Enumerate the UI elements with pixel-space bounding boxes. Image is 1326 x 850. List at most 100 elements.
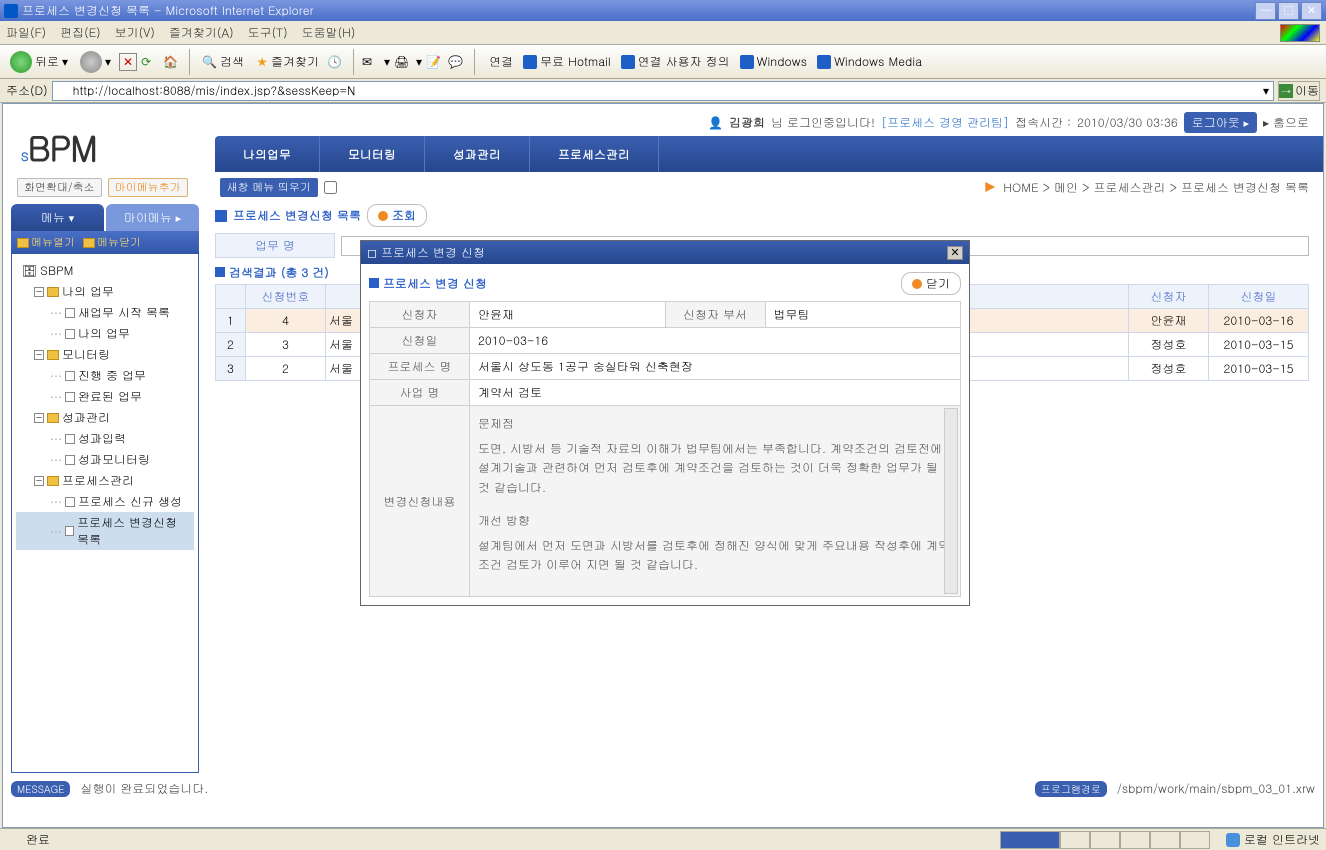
expand-all[interactable]: 메뉴열기 bbox=[17, 235, 75, 250]
path-text: /sbpm/work/main/sbpm_03_01.xrw bbox=[1117, 780, 1315, 797]
sidebar-tab-mymenu[interactable]: 마이메뉴 ▸ bbox=[106, 204, 199, 231]
separator bbox=[353, 49, 354, 75]
conn-time: 2010/03/30 03:36 bbox=[1077, 114, 1178, 131]
home-icon[interactable]: 🏠 bbox=[163, 53, 181, 71]
user-role: [프로세스 경영 관리팀] bbox=[881, 114, 1009, 131]
section-arrow-icon bbox=[369, 278, 379, 288]
message-tag: MESSAGE bbox=[11, 781, 70, 797]
tree-leaf[interactable]: ⋯ 완료된 업무 bbox=[16, 386, 194, 407]
url-text: http://localhost:8088/mis/index.jsp?&ses… bbox=[73, 82, 356, 99]
maximize-button[interactable]: □ bbox=[1278, 2, 1299, 20]
folder-icon bbox=[47, 287, 59, 297]
sidebar-toolbar: 메뉴열기 메뉴닫기 bbox=[11, 231, 199, 254]
zone-icon bbox=[1226, 833, 1240, 847]
content-h2: 개선 방향 bbox=[478, 511, 952, 530]
back-button[interactable]: 뒤로 ▾ bbox=[6, 49, 72, 75]
user-suffix: 님 로그인중입니다! bbox=[771, 114, 875, 131]
go-icon: → bbox=[1279, 84, 1293, 98]
favorites-button[interactable]: ★ 즐겨찾기 bbox=[252, 51, 323, 72]
doc-icon bbox=[65, 455, 75, 465]
minimize-button[interactable]: ─ bbox=[1255, 2, 1276, 20]
menu-tools[interactable]: 도구(T) bbox=[248, 24, 288, 41]
ie-link-icon bbox=[621, 55, 635, 69]
tree-folder[interactable]: − 모니터링 bbox=[16, 344, 194, 365]
popup-checkbox[interactable] bbox=[324, 181, 337, 194]
tree-leaf[interactable]: ⋯ 프로세스 신규 생성 bbox=[16, 491, 194, 512]
label-date: 신청일 bbox=[370, 328, 470, 354]
refresh-icon[interactable]: ⟳ bbox=[141, 53, 159, 71]
print-icon[interactable]: 🖨 bbox=[394, 53, 412, 71]
menu-view[interactable]: 보기(V) bbox=[115, 24, 155, 41]
tree: 🗄SBPM − 나의 업무⋯ 새업무 시작 목록⋯ 나의 업무− 모니터링⋯ 진… bbox=[11, 254, 199, 773]
collapse-all[interactable]: 메뉴닫기 bbox=[83, 235, 141, 250]
history-icon[interactable]: 🕓 bbox=[327, 53, 345, 71]
separator bbox=[474, 49, 475, 75]
popup-menu-button[interactable]: 새창 메뉴 띄우기 bbox=[220, 178, 318, 197]
folder-icon bbox=[17, 238, 29, 248]
mymenu-add-button[interactable]: 마이메뉴추가 bbox=[108, 178, 188, 197]
edit-icon[interactable]: 📝 bbox=[426, 53, 444, 71]
section-arrow-icon bbox=[215, 267, 225, 277]
nav-process[interactable]: 프로세스관리 bbox=[530, 136, 659, 172]
modal-close-button[interactable]: ✕ bbox=[947, 246, 963, 260]
ie-link-icon bbox=[817, 55, 831, 69]
address-input[interactable]: http://localhost:8088/mis/index.jsp?&ses… bbox=[52, 81, 1274, 101]
breadcrumb: HOME > 메인 > 프로세스관리 > 프로세스 변경신청 목록 bbox=[985, 179, 1309, 196]
menu-favorites[interactable]: 즐겨찾기(A) bbox=[169, 24, 234, 41]
sidebar-tab-menu[interactable]: 메뉴 ▾ bbox=[11, 204, 104, 231]
col-index bbox=[216, 285, 246, 309]
link-windows[interactable]: Windows bbox=[740, 53, 807, 70]
app-header: SBPM 👤 김광희 님 로그인중입니다! [프로세스 경영 관리팀] 접속시간… bbox=[3, 104, 1323, 172]
menu-edit[interactable]: 편집(E) bbox=[60, 24, 101, 41]
minus-icon: − bbox=[34, 413, 44, 423]
go-label: 이동 bbox=[1295, 82, 1319, 99]
tree-leaf[interactable]: ⋯ 나의 업무 bbox=[16, 323, 194, 344]
tree-root[interactable]: 🗄SBPM bbox=[16, 260, 194, 281]
nav-mywork[interactable]: 나의업무 bbox=[215, 136, 320, 172]
search-button[interactable]: 조회 bbox=[367, 204, 427, 227]
link-hotmail[interactable]: 무료 Hotmail bbox=[523, 53, 611, 70]
db-icon: 🗄 bbox=[22, 262, 37, 279]
content-h1: 문제점 bbox=[478, 414, 952, 433]
forward-button[interactable]: ▾ bbox=[76, 49, 115, 75]
tree-folder[interactable]: − 성과관리 bbox=[16, 407, 194, 428]
stop-button[interactable]: ✕ bbox=[119, 53, 137, 71]
logout-button[interactable]: 로그아웃 ▸ bbox=[1184, 112, 1257, 133]
tree-leaf[interactable]: ⋯ 프로세스 변경신청 목록 bbox=[16, 512, 194, 550]
modal-close-btn[interactable]: 닫기 bbox=[901, 272, 961, 295]
menu-file[interactable]: 파일(F) bbox=[6, 24, 46, 41]
back-icon bbox=[10, 51, 32, 73]
logo: SBPM bbox=[21, 122, 97, 171]
ie-link-icon bbox=[740, 55, 754, 69]
search-icon: 🔍 bbox=[202, 53, 217, 70]
tree-folder[interactable]: − 나의 업무 bbox=[16, 281, 194, 302]
doc-icon bbox=[65, 308, 75, 318]
modal-titlebar: ◻ 프로세스 변경 신청 ✕ bbox=[361, 241, 969, 264]
go-button[interactable]: → 이동 bbox=[1278, 81, 1320, 101]
tree-leaf[interactable]: ⋯ 새업무 시작 목록 bbox=[16, 302, 194, 323]
nav-monitoring[interactable]: 모니터링 bbox=[320, 136, 425, 172]
tree-leaf[interactable]: ⋯ 진행 중 업무 bbox=[16, 365, 194, 386]
doc-icon bbox=[65, 329, 75, 339]
mail-icon[interactable]: ✉ bbox=[362, 53, 380, 71]
nav-performance[interactable]: 성과관리 bbox=[425, 136, 530, 172]
content-textarea[interactable]: 문제점 도면, 시방서 등 기술적 자료의 이해가 법무팀에서는 부족합니다. … bbox=[470, 406, 960, 596]
ie-icon bbox=[57, 85, 69, 97]
discuss-icon[interactable]: 💬 bbox=[448, 53, 466, 71]
user-icon: 👤 bbox=[708, 114, 723, 131]
scrollbar[interactable] bbox=[944, 408, 958, 594]
close-button[interactable]: ✕ bbox=[1301, 2, 1322, 20]
value-process: 서울시 상도동 1공구 숭실타워 신축현장 bbox=[470, 354, 961, 380]
tree-folder[interactable]: − 프로세스관리 bbox=[16, 470, 194, 491]
tree-leaf[interactable]: ⋯ 성과입력 bbox=[16, 428, 194, 449]
home-link[interactable]: ▸ 홈으로 bbox=[1263, 114, 1309, 131]
toolbar: 뒤로 ▾ ▾ ✕ ⟳ 🏠 🔍 검색 ★ 즐겨찾기 🕓 ✉▾ 🖨▾ 📝 💬 연결 … bbox=[0, 45, 1326, 79]
doc-icon bbox=[65, 497, 75, 507]
sidebar: 메뉴 ▾ 마이메뉴 ▸ 메뉴열기 메뉴닫기 🗄SBPM − 나의 업무⋯ 새업무… bbox=[11, 204, 199, 767]
zoom-button[interactable]: 화면확대/축소 bbox=[17, 178, 102, 197]
link-windows-media[interactable]: Windows Media bbox=[817, 53, 922, 70]
search-button[interactable]: 🔍 검색 bbox=[198, 51, 248, 72]
menu-help[interactable]: 도움말(H) bbox=[302, 24, 356, 41]
tree-leaf[interactable]: ⋯ 성과모니터링 bbox=[16, 449, 194, 470]
link-customize[interactable]: 연결 사용자 정의 bbox=[621, 53, 730, 70]
